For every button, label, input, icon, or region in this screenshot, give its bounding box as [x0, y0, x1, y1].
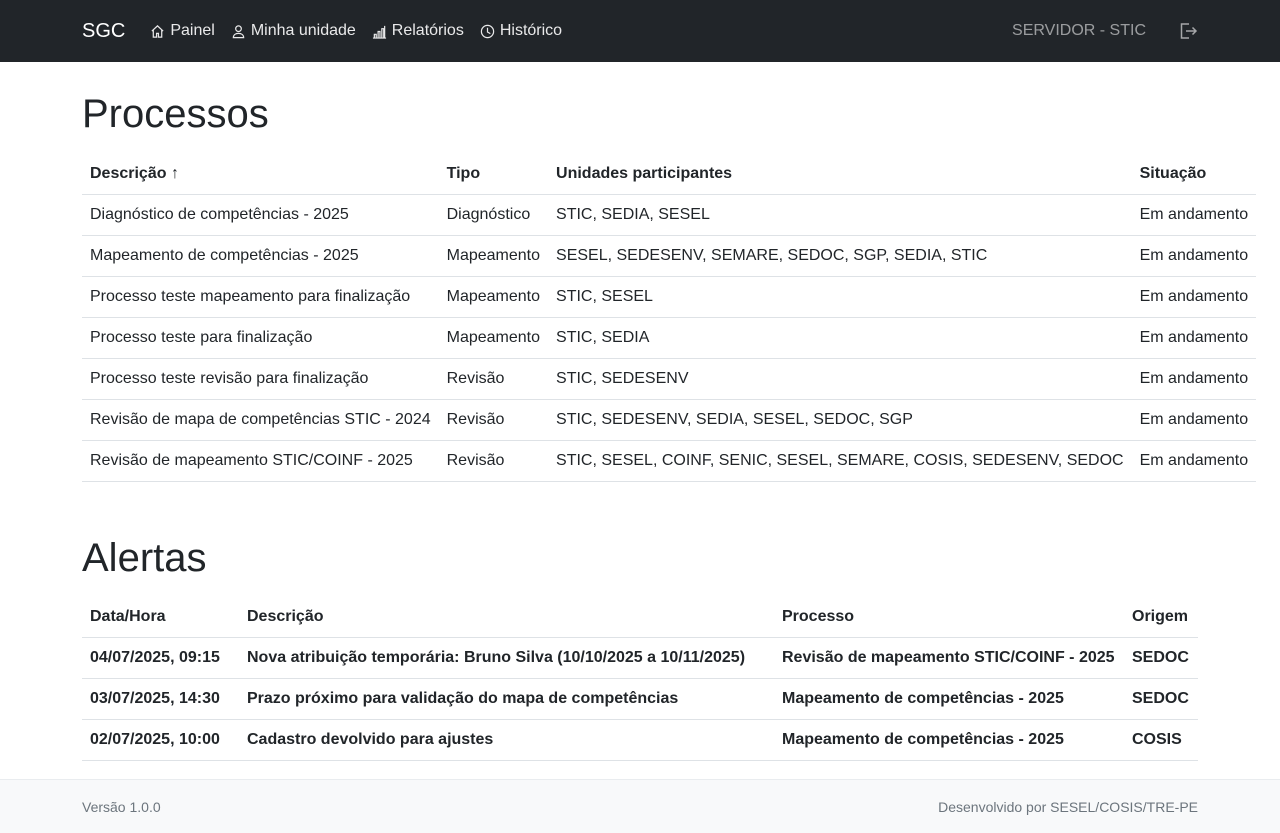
alerts-table: Data/Hora Descrição Processo Origem 04/0… — [82, 597, 1198, 761]
alert-descricao: Cadastro devolvido para ajustes — [239, 719, 774, 761]
alert-processo: Mapeamento de competências - 2025 — [774, 678, 1124, 720]
process-descricao: Mapeamento de competências - 2025 — [82, 235, 439, 277]
process-situacao: Em andamento — [1131, 276, 1257, 318]
alert-row[interactable]: 02/07/2025, 10:00 Cadastro devolvido par… — [82, 719, 1198, 761]
process-situacao: Em andamento — [1131, 440, 1257, 482]
alert-descricao: Prazo próximo para validação do mapa de … — [239, 678, 774, 720]
bar-chart-icon — [372, 25, 386, 39]
alerts-header-row: Data/Hora Descrição Processo Origem — [82, 597, 1198, 638]
alert-processo: Revisão de mapeamento STIC/COINF - 2025 — [774, 637, 1124, 679]
col-header-unidades[interactable]: Unidades participantes — [548, 154, 1132, 195]
process-row[interactable]: Revisão de mapeamento STIC/COINF - 2025 … — [82, 440, 1257, 482]
nav-relatorios-label: Relatórios — [391, 22, 464, 39]
process-situacao: Em andamento — [1131, 317, 1257, 359]
credits-label: Desenvolvido por SESEL/COSIS/TRE-PE — [938, 798, 1198, 815]
col-header-descricao[interactable]: Descrição ↑ — [82, 154, 439, 195]
alert-processo: Mapeamento de competências - 2025 — [774, 719, 1124, 761]
processes-header-row: Descrição ↑ Tipo Unidades participantes … — [82, 154, 1257, 195]
process-unidades: STIC, SEDESENV, SEDIA, SESEL, SEDOC, SGP — [548, 399, 1132, 441]
process-row[interactable]: Processo teste revisão para finalização … — [82, 358, 1257, 400]
house-icon — [151, 24, 164, 38]
process-tipo: Revisão — [438, 399, 549, 441]
alert-row[interactable]: 04/07/2025, 09:15 Nova atribuição tempor… — [82, 637, 1198, 679]
main-nav: Painel Minha unidade Relatórios Históric… — [150, 22, 562, 40]
alert-data-hora: 02/07/2025, 10:00 — [82, 719, 239, 761]
process-descricao: Revisão de mapeamento STIC/COINF - 2025 — [82, 440, 439, 482]
process-tipo: Revisão — [438, 440, 549, 482]
nav-minha-unidade[interactable]: Minha unidade — [231, 22, 356, 40]
alerts-title: Alertas — [82, 535, 207, 580]
process-situacao: Em andamento — [1131, 399, 1257, 441]
process-descricao: Diagnóstico de competências - 2025 — [82, 194, 439, 236]
process-unidades: STIC, SESEL — [548, 276, 1132, 318]
process-situacao: Em andamento — [1131, 194, 1257, 236]
alert-descricao: Nova atribuição temporária: Bruno Silva … — [239, 637, 774, 679]
process-descricao: Processo teste revisão para finalização — [82, 358, 439, 400]
processes-table: Descrição ↑ Tipo Unidades participantes … — [82, 154, 1257, 482]
alert-data-hora: 03/07/2025, 14:30 — [82, 678, 239, 720]
process-unidades: SESEL, SEDESENV, SEMARE, SEDOC, SGP, SED… — [548, 235, 1132, 277]
alert-row[interactable]: 03/07/2025, 14:30 Prazo próximo para val… — [82, 678, 1198, 720]
user-label: SERVIDOR - STIC — [1012, 22, 1146, 39]
main-content: Processos Descrição ↑ Tipo Unidades part… — [0, 90, 1280, 761]
footer: Versão 1.0.0 Desenvolvido por SESEL/COSI… — [0, 779, 1280, 833]
col-header-origem: Origem — [1124, 597, 1198, 638]
col-header-tipo[interactable]: Tipo — [438, 154, 549, 195]
nav-historico-label: Histórico — [499, 22, 563, 39]
col-header-processo: Processo — [774, 597, 1124, 638]
process-descricao: Processo teste mapeamento para finalizaç… — [82, 276, 439, 318]
process-row[interactable]: Processo teste mapeamento para finalizaç… — [82, 276, 1257, 318]
process-descricao: Revisão de mapa de competências STIC - 2… — [82, 399, 439, 441]
alert-data-hora: 04/07/2025, 09:15 — [82, 637, 239, 679]
process-tipo: Mapeamento — [438, 276, 549, 318]
alert-origem: SEDOC — [1124, 637, 1198, 679]
brand-logo[interactable]: SGC — [82, 20, 125, 43]
clock-icon — [480, 24, 495, 38]
nav-minha-unidade-label: Minha unidade — [250, 22, 356, 39]
nav-painel-label: Painel — [170, 22, 215, 39]
process-tipo: Diagnóstico — [438, 194, 549, 236]
process-unidades: STIC, SEDIA, SESEL — [548, 194, 1132, 236]
version-label: Versão 1.0.0 — [82, 798, 161, 815]
person-icon — [232, 24, 245, 38]
col-header-data-hora: Data/Hora — [82, 597, 239, 638]
process-row[interactable]: Mapeamento de competências - 2025 Mapeam… — [82, 235, 1257, 277]
logout-button[interactable] — [1178, 21, 1198, 41]
process-tipo: Mapeamento — [438, 235, 549, 277]
nav-relatorios[interactable]: Relatórios — [372, 22, 464, 40]
col-header-situacao[interactable]: Situação — [1131, 154, 1257, 195]
alert-origem: COSIS — [1124, 719, 1198, 761]
process-situacao: Em andamento — [1131, 235, 1257, 277]
col-header-alert-descricao: Descrição — [239, 597, 774, 638]
process-row[interactable]: Revisão de mapa de competências STIC - 2… — [82, 399, 1257, 441]
nav-historico[interactable]: Histórico — [480, 22, 562, 40]
logout-icon — [1180, 23, 1198, 39]
alert-origem: SEDOC — [1124, 678, 1198, 720]
process-unidades: STIC, SEDESENV — [548, 358, 1132, 400]
top-navbar: SGC Painel Minha unidade Relatórios Hist… — [0, 0, 1280, 62]
process-unidades: STIC, SESEL, COINF, SENIC, SESEL, SEMARE… — [548, 440, 1132, 482]
nav-painel[interactable]: Painel — [150, 22, 215, 40]
process-unidades: STIC, SEDIA — [548, 317, 1132, 359]
process-tipo: Mapeamento — [438, 317, 549, 359]
process-row[interactable]: Processo teste para finalização Mapeamen… — [82, 317, 1257, 359]
processes-title: Processos — [82, 92, 269, 136]
process-descricao: Processo teste para finalização — [82, 317, 439, 359]
process-row[interactable]: Diagnóstico de competências - 2025 Diagn… — [82, 194, 1257, 236]
nav-right: SERVIDOR - STIC — [1012, 21, 1198, 41]
process-situacao: Em andamento — [1131, 358, 1257, 400]
process-tipo: Revisão — [438, 358, 549, 400]
